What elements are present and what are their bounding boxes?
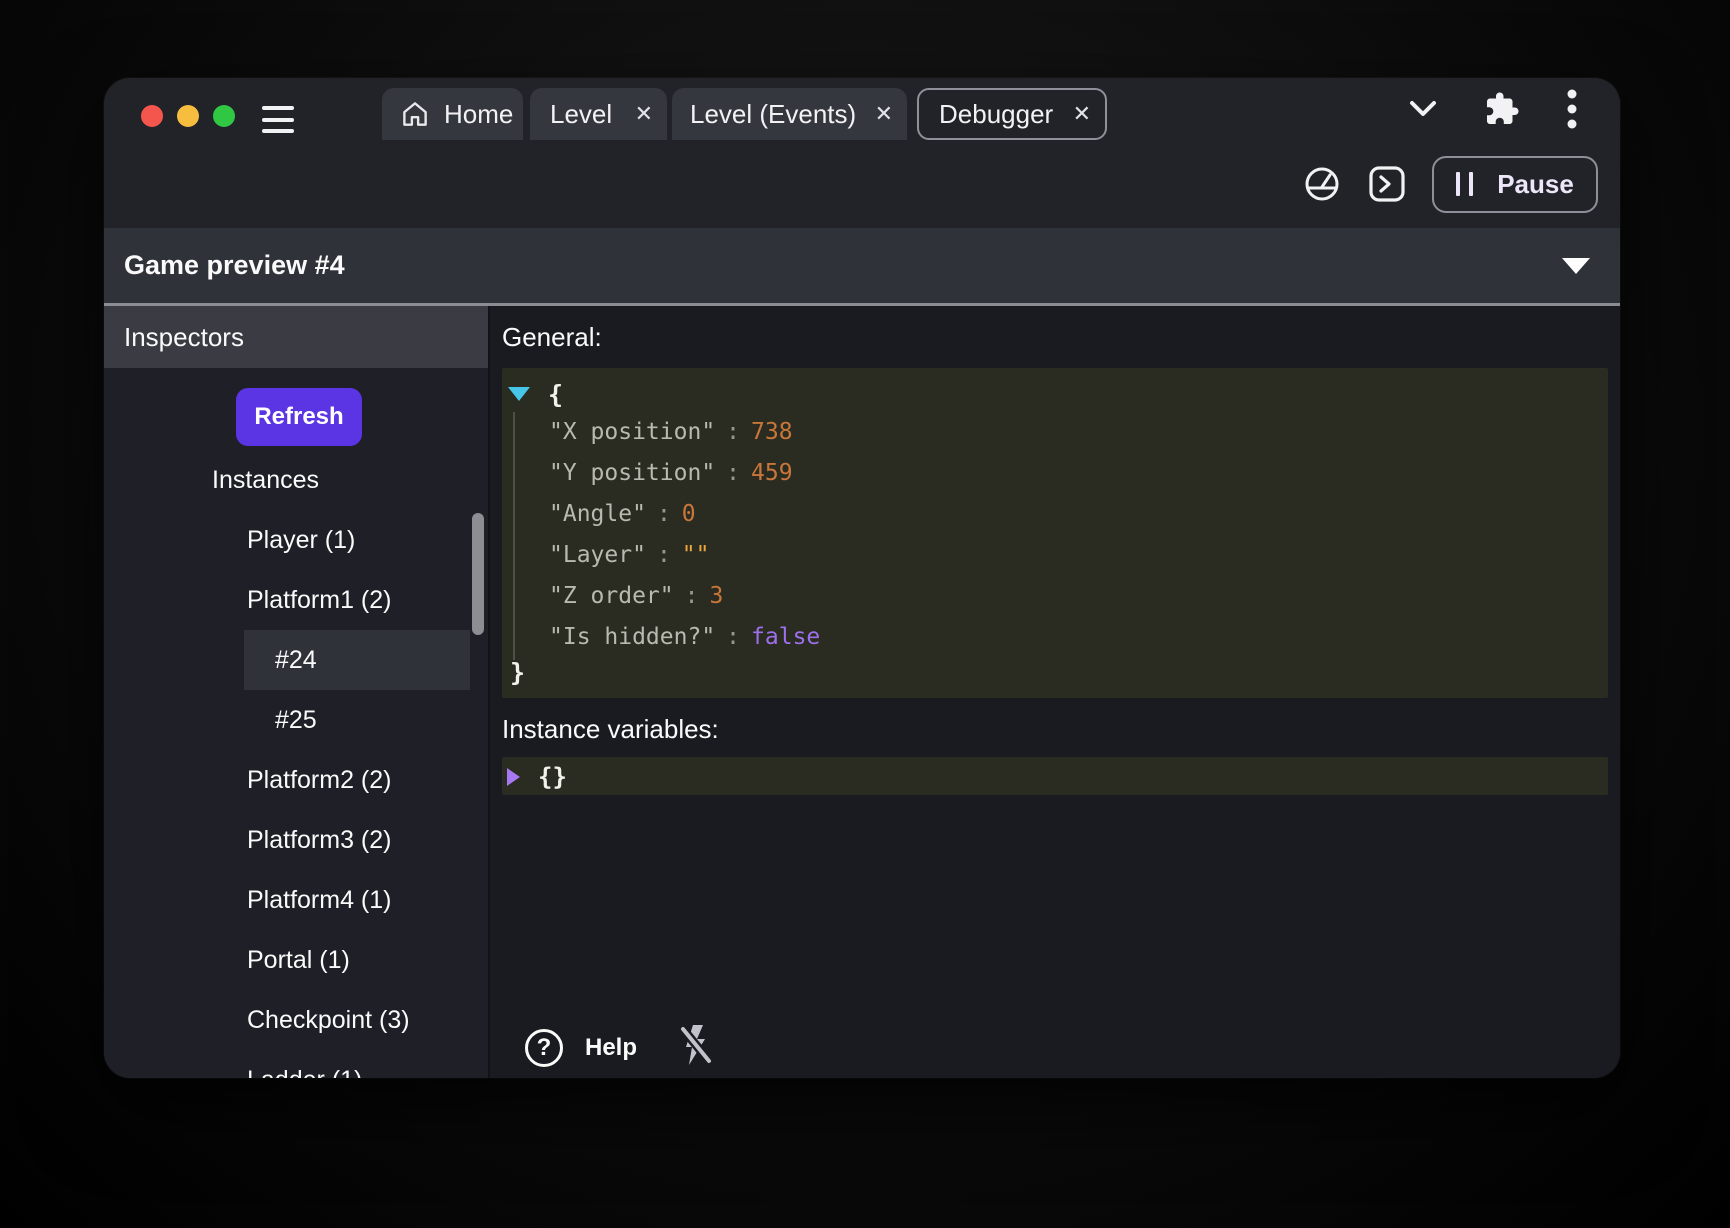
kebab-menu-icon[interactable] bbox=[1566, 88, 1578, 130]
instance-variables-label: Instance variables: bbox=[502, 714, 1608, 745]
property-y-position: "Y position":459 bbox=[508, 453, 1608, 494]
game-preview-label: Game preview #4 bbox=[124, 250, 345, 281]
tree-item-instance-24[interactable]: #24 bbox=[104, 630, 488, 690]
tree-item-instance-25[interactable]: #25 bbox=[104, 690, 488, 750]
console-icon[interactable] bbox=[1368, 165, 1406, 203]
main-menu-icon[interactable] bbox=[262, 106, 294, 133]
tab-level[interactable]: Level ✕ bbox=[530, 88, 667, 140]
tree-item-platform1[interactable]: Platform1 (2) bbox=[104, 570, 488, 630]
tree-item-platform4[interactable]: Platform4 (1) bbox=[104, 870, 488, 930]
tab-home[interactable]: Home bbox=[382, 88, 523, 140]
app-window: Home Level ✕ Level (Events) ✕ Debugger ✕ bbox=[104, 78, 1620, 1078]
title-bar: Home Level ✕ Level (Events) ✕ Debugger ✕ bbox=[104, 78, 1620, 228]
game-preview-select[interactable]: Game preview #4 bbox=[104, 228, 1620, 303]
instances-tree: Instances Player (1) Platform1 (2) #24 #… bbox=[104, 450, 488, 1078]
json-close-line: } bbox=[508, 658, 1608, 692]
instance-variables-json: {} bbox=[502, 757, 1608, 795]
general-section-label: General: bbox=[502, 322, 1608, 353]
property-z-order: "Z order":3 bbox=[508, 576, 1608, 617]
dropdown-caret-icon bbox=[1562, 258, 1590, 274]
pause-button[interactable]: Pause bbox=[1432, 156, 1598, 213]
traffic-lights bbox=[141, 105, 235, 127]
tab-label: Level (Events) bbox=[690, 99, 856, 130]
bottom-actions: ? Help bbox=[525, 1024, 715, 1072]
debugger-content: Inspectors Refresh Instances Player (1) … bbox=[104, 306, 1620, 1078]
close-tab-icon[interactable]: ✕ bbox=[875, 103, 893, 125]
selected-row-highlight: #24 bbox=[244, 630, 470, 690]
flash-off-icon[interactable] bbox=[679, 1023, 715, 1074]
tab-bar-actions bbox=[1408, 78, 1620, 140]
empty-object-value: {} bbox=[538, 763, 567, 791]
refresh-button[interactable]: Refresh bbox=[236, 388, 362, 446]
close-window-button[interactable] bbox=[141, 105, 163, 127]
close-tab-icon[interactable]: ✕ bbox=[1073, 103, 1091, 125]
help-button[interactable]: ? Help bbox=[525, 1029, 637, 1067]
minimize-window-button[interactable] bbox=[177, 105, 199, 127]
tab-bar: Home Level ✕ Level (Events) ✕ Debugger ✕ bbox=[104, 78, 1620, 140]
tree-item-portal[interactable]: Portal (1) bbox=[104, 930, 488, 990]
pause-button-label: Pause bbox=[1497, 169, 1574, 200]
tab-label: Home bbox=[444, 99, 513, 130]
debugger-toolbar: Pause bbox=[104, 140, 1620, 228]
help-button-label: Help bbox=[585, 1034, 637, 1062]
open-brace: { bbox=[548, 380, 563, 409]
pause-icon bbox=[1456, 172, 1473, 196]
sidebar-scrollbar-thumb[interactable] bbox=[472, 513, 484, 635]
zoom-window-button[interactable] bbox=[213, 105, 235, 127]
property-angle: "Angle":0 bbox=[508, 494, 1608, 535]
help-question-icon: ? bbox=[525, 1029, 563, 1067]
json-root-line: { bbox=[508, 376, 1608, 412]
inspector-detail-panel: General: { "X position":738 "Y position"… bbox=[490, 306, 1620, 1078]
property-x-position: "X position":738 bbox=[508, 412, 1608, 453]
tree-item-platform3[interactable]: Platform3 (2) bbox=[104, 810, 488, 870]
property-is-hidden: "Is hidden?":false bbox=[508, 617, 1608, 658]
tab-debugger[interactable]: Debugger ✕ bbox=[917, 88, 1107, 140]
home-icon bbox=[400, 99, 430, 129]
tree-item-platform2[interactable]: Platform2 (2) bbox=[104, 750, 488, 810]
tab-label: Debugger bbox=[939, 99, 1053, 130]
close-tab-icon[interactable]: ✕ bbox=[635, 103, 653, 125]
inspectors-header: Inspectors bbox=[104, 306, 488, 368]
inspectors-sidebar: Inspectors Refresh Instances Player (1) … bbox=[104, 306, 488, 1078]
chevron-down-icon[interactable] bbox=[1408, 99, 1438, 119]
tree-item-ladder[interactable]: Ladder (1) bbox=[104, 1050, 488, 1078]
property-layer: "Layer":"" bbox=[508, 535, 1608, 576]
tree-item-player[interactable]: Player (1) bbox=[104, 510, 488, 570]
profiler-gauge-icon[interactable] bbox=[1302, 164, 1342, 204]
tab-level-events[interactable]: Level (Events) ✕ bbox=[672, 88, 907, 140]
general-properties-json: { "X position":738 "Y position":459 "Ang… bbox=[502, 368, 1608, 698]
tree-item-checkpoint[interactable]: Checkpoint (3) bbox=[104, 990, 488, 1050]
expand-arrow-icon[interactable] bbox=[507, 768, 520, 786]
tree-item-instances[interactable]: Instances bbox=[104, 450, 488, 510]
indent-guide bbox=[513, 412, 515, 660]
extensions-puzzle-icon[interactable] bbox=[1484, 91, 1520, 127]
tab-label: Level bbox=[550, 99, 612, 130]
collapse-arrow-icon[interactable] bbox=[508, 387, 530, 401]
